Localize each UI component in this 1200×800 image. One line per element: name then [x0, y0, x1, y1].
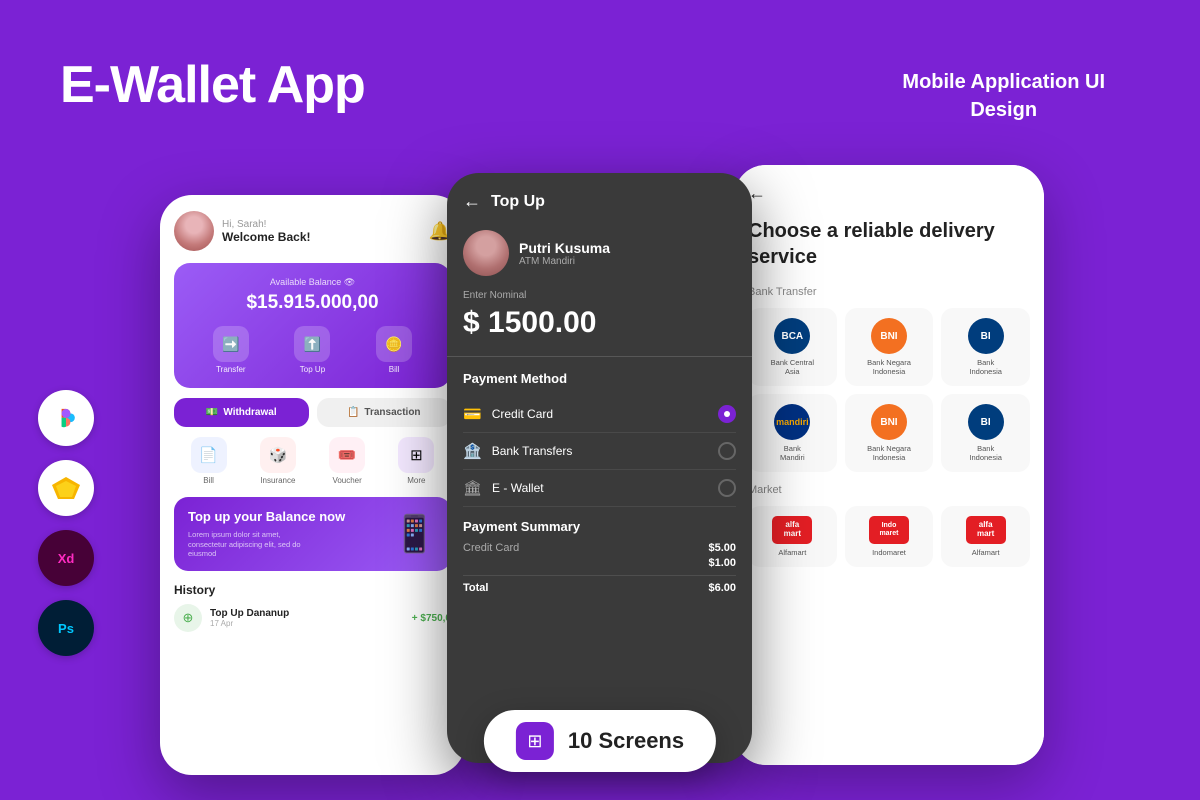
s1-promo-subtitle: Lorem ipsum dolor sit amet, consectetur …	[188, 530, 318, 559]
badge-icon: ⊞	[516, 722, 554, 760]
s2-bank-radio[interactable]	[718, 442, 736, 460]
s1-withdrawal-label: Withdrawal	[223, 407, 276, 418]
s1-history-item: ⊕ Top Up Dananup 17 Apr + $750,0	[174, 604, 451, 632]
page-subtitle: Mobile Application UIDesign	[902, 68, 1105, 124]
s3-page-title: Choose a reliable delivery service	[748, 218, 1030, 270]
s3-bank-bi-1[interactable]: BI BankIndonesia	[941, 308, 1030, 386]
s3-bi2-label: BankIndonesia	[969, 444, 1002, 462]
s2-summary-row1-label: Credit Card	[463, 542, 519, 554]
screen3-delivery: ← Choose a reliable delivery service Ban…	[734, 165, 1044, 765]
screens-container: Hi, Sarah! Welcome Back! 🔔 Available Bal…	[160, 165, 1160, 780]
s3-bca-label: Bank CentralAsia	[771, 358, 814, 376]
s2-nav: ← Top Up	[463, 191, 736, 212]
s1-promo-illustration: 📱	[392, 513, 437, 555]
s3-alfamart1-label: Alfamart	[778, 548, 806, 557]
s1-history-item-amount: + $750,0	[412, 613, 451, 624]
s1-menu-more-label: More	[407, 476, 425, 485]
s1-menu-voucher-label: Voucher	[332, 476, 361, 485]
s2-bank-icon: 🏦	[463, 442, 482, 460]
sketch-icon	[38, 460, 94, 516]
s2-user-avatar	[463, 230, 509, 276]
s2-screen-title: Top Up	[491, 193, 545, 211]
s3-market-alfamart-2[interactable]: alfamart Alfamart	[941, 506, 1030, 567]
s1-menu-insurance-label: Insurance	[260, 476, 295, 485]
s2-summary-row1-value: $5.00	[708, 542, 736, 554]
screens-badge: ⊞ 10 Screens	[484, 710, 716, 772]
s3-bank-bni-1[interactable]: BNI Bank NegaraIndonesia	[845, 308, 934, 386]
s2-summary-total-label: Total	[463, 582, 488, 594]
s3-market-alfamart-1[interactable]: alfamart Alfamart	[748, 506, 837, 567]
page-title: E-Wallet App	[60, 55, 365, 115]
s2-amount-label: Enter Nominal	[463, 290, 736, 301]
s3-bank-bi-2[interactable]: BI BankIndonesia	[941, 394, 1030, 472]
s2-user-name: Putri Kusuma	[519, 240, 610, 256]
s1-withdrawal-btn[interactable]: 💵Withdrawal	[174, 398, 309, 427]
s1-avatar	[174, 211, 214, 251]
s2-summary-title: Payment Summary	[463, 519, 736, 534]
s1-greeting-welcome: Welcome Back!	[222, 230, 310, 244]
tool-icons-container: Xd Ps	[38, 390, 94, 656]
s1-menu-insurance[interactable]: 🎲 Insurance	[260, 437, 296, 485]
s2-credit-icon: 💳	[463, 405, 482, 423]
s1-balance-card: Available Balance 👁 $15.915.000,00 ➡️ Tr…	[174, 263, 451, 388]
s1-menu-bill[interactable]: 📄 Bill	[191, 437, 227, 485]
s1-history-item-name: Top Up Dananup	[210, 608, 404, 619]
s3-market-indomaret[interactable]: Indomaret Indomaret	[845, 506, 934, 567]
s1-greeting-hi: Hi, Sarah!	[222, 219, 310, 230]
s2-user-bank: ATM Mandiri	[519, 256, 610, 267]
s3-market-section-label: Market	[748, 484, 1030, 496]
s1-topup-action-label: Top Up	[300, 365, 325, 374]
s1-transfer-btn[interactable]: ➡️ Transfer	[213, 326, 249, 374]
s1-transaction-btn[interactable]: 📋Transaction	[317, 398, 452, 427]
s2-payment-credit[interactable]: 💳 Credit Card	[463, 396, 736, 433]
s3-indomaret-label: Indomaret	[872, 548, 906, 557]
s1-topup-action-btn[interactable]: ⬆️ Top Up	[294, 326, 330, 374]
s3-bank-section-label: Bank Transfer	[748, 286, 1030, 298]
s3-bank-bca[interactable]: BCA Bank CentralAsia	[748, 308, 837, 386]
s2-user-info: Putri Kusuma ATM Mandiri	[463, 230, 736, 276]
s2-back-btn[interactable]: ←	[463, 191, 481, 212]
s1-balance-amount: $15.915.000,00	[190, 292, 435, 314]
s3-bi1-label: BankIndonesia	[969, 358, 1002, 376]
s3-back-btn[interactable]: ←	[748, 183, 1030, 204]
s2-summary-total-value: $6.00	[708, 582, 736, 594]
s1-bill-action-btn[interactable]: 🪙 Bill	[376, 326, 412, 374]
s3-bank-bni-2[interactable]: BNI Bank NegaraIndonesia	[845, 394, 934, 472]
s2-amount: $ 1500.00	[463, 306, 736, 340]
s1-history-item-date: 17 Apr	[210, 619, 404, 628]
s2-payment-ewallet[interactable]: 🏛 E - Wallet	[463, 470, 736, 507]
s2-payment-title: Payment Method	[463, 371, 736, 386]
s1-menu-bill-label: Bill	[203, 476, 214, 485]
s2-ewallet-icon: 🏛	[463, 479, 482, 497]
s1-menu-more[interactable]: ⊞ More	[398, 437, 434, 485]
s3-bank-mandiri[interactable]: mandiri BankMandiri	[748, 394, 837, 472]
s2-ewallet-label: E - Wallet	[492, 481, 708, 495]
figma-icon	[38, 390, 94, 446]
s3-bni1-label: Bank NegaraIndonesia	[867, 358, 911, 376]
s1-promo-banner[interactable]: Top up your Balance now Lorem ipsum dolo…	[174, 497, 451, 571]
s1-bill-action-label: Bill	[389, 365, 400, 374]
screen1-home: Hi, Sarah! Welcome Back! 🔔 Available Bal…	[160, 195, 465, 775]
s1-header: Hi, Sarah! Welcome Back! 🔔	[174, 211, 451, 251]
s1-transaction-label: Transaction	[364, 407, 420, 418]
s1-history-title: History	[174, 583, 451, 597]
s1-promo-title: Top up your Balance now	[188, 509, 345, 526]
s3-mandiri-label: BankMandiri	[780, 444, 805, 462]
s1-balance-label: Available Balance 👁	[190, 277, 435, 288]
s3-bni2-label: Bank NegaraIndonesia	[867, 444, 911, 462]
badge-text: 10 Screens	[568, 728, 684, 754]
page-bg: E-Wallet App Mobile Application UIDesign…	[0, 0, 1200, 800]
s2-credit-label: Credit Card	[492, 407, 708, 421]
s2-ewallet-radio[interactable]	[718, 479, 736, 497]
s3-alfamart2-label: Alfamart	[972, 548, 1000, 557]
s1-menu-voucher[interactable]: 🎟️ Voucher	[329, 437, 365, 485]
s2-credit-radio[interactable]	[718, 405, 736, 423]
screen2-topup: ← Top Up Putri Kusuma ATM Mandiri Enter …	[447, 173, 752, 763]
s1-transfer-label: Transfer	[216, 365, 246, 374]
s2-bank-label: Bank Transfers	[492, 444, 708, 458]
s2-summary-row2-value: $1.00	[708, 557, 736, 569]
s2-payment-bank[interactable]: 🏦 Bank Transfers	[463, 433, 736, 470]
ps-icon: Ps	[38, 600, 94, 656]
xd-icon: Xd	[38, 530, 94, 586]
